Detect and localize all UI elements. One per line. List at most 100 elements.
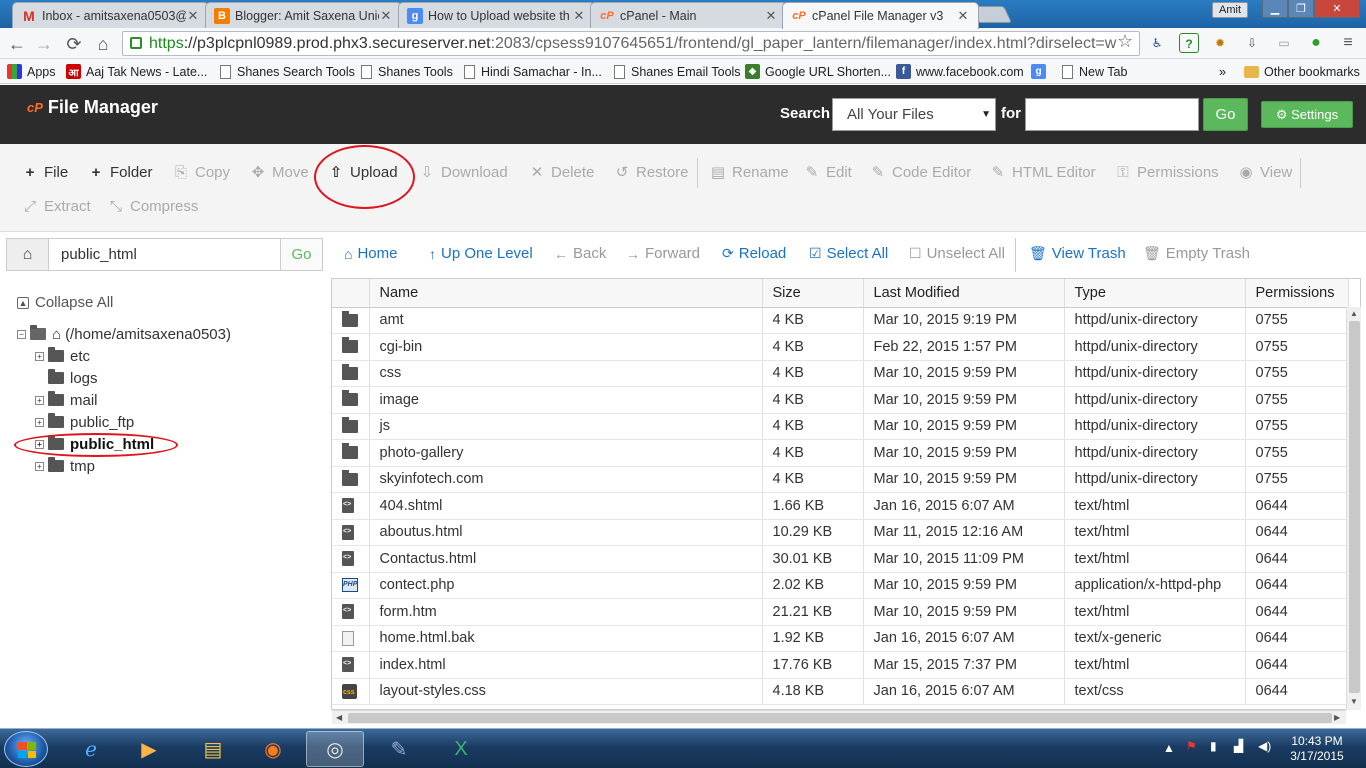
battery-icon[interactable]: ▮ [1210, 739, 1217, 753]
excel-icon[interactable]: X [432, 731, 490, 767]
help-extension-icon[interactable]: ? [1179, 33, 1199, 53]
paint-icon[interactable]: ✎ [370, 731, 428, 767]
reload-icon[interactable]: ⟳ [63, 33, 85, 55]
download-button[interactable]: ⇩ Download [419, 161, 508, 183]
table-row[interactable]: photo-gallery 4 KB Mar 10, 2015 9:59 PM htt… [332, 439, 1349, 467]
nav-reload[interactable]: ⟳ Reload [722, 245, 786, 262]
tree-item-public-ftp[interactable]: + public_ftp [35, 412, 134, 432]
nav-up-one-level[interactable]: ↑ Up One Level [429, 245, 533, 262]
search-go-button[interactable]: Go [1203, 98, 1248, 131]
column-header-type[interactable]: Type [1064, 279, 1246, 308]
bookmark-google[interactable]: g [1031, 63, 1051, 80]
minimize-button[interactable]: ▁ [1262, 0, 1288, 18]
scroll-down-icon[interactable]: ▼ [1350, 697, 1358, 706]
chrome-icon[interactable]: ◎ [306, 731, 364, 767]
html-editor-button[interactable]: ✎ HTML Editor [990, 161, 1096, 183]
compress-button[interactable]: ⤡ Compress [108, 195, 198, 217]
column-header-name[interactable]: Name [369, 279, 763, 308]
bookmark-shanes-search[interactable]: Shanes Search Tools [220, 63, 355, 80]
expand-toggle-icon[interactable]: + [35, 351, 44, 361]
nav-forward[interactable]: → Forward [626, 245, 700, 262]
close-icon[interactable]: ✕ [379, 8, 393, 24]
tree-item-mail[interactable]: + mail [35, 390, 98, 410]
tree-item-tmp[interactable]: + tmp [35, 456, 95, 476]
nav-select-all[interactable]: ☑ Select All [809, 245, 888, 262]
table-row[interactable]: PHP contect.php 2.02 KB Mar 10, 2015 9:59 P… [332, 572, 1349, 599]
column-header-icon[interactable] [332, 279, 370, 308]
tab-file-manager[interactable]: cP cPanel File Manager v3 ✕ [782, 2, 979, 29]
tree-item-etc[interactable]: + etc [35, 346, 90, 366]
table-row[interactable]: skyinfotech.com 4 KB Mar 10, 2015 9:59 PM h… [332, 466, 1349, 493]
nav-home[interactable]: ⌂ Home [344, 245, 397, 262]
close-window-button[interactable]: ✕ [1314, 0, 1360, 18]
address-bar[interactable]: https://p3plcpnl0989.prod.phx3.secureser… [122, 31, 1140, 56]
tab-google-search[interactable]: g How to Upload website th ✕ [398, 2, 595, 28]
expand-toggle-icon[interactable]: + [35, 439, 44, 449]
close-icon[interactable]: ✕ [764, 8, 778, 24]
expand-toggle-icon[interactable]: + [35, 395, 44, 405]
hangouts-icon[interactable]: ● [1306, 33, 1326, 53]
new-folder-button[interactable]: + Folder [88, 161, 153, 183]
media-player-icon[interactable]: ▶ [120, 731, 178, 767]
column-header-size[interactable]: Size [762, 279, 864, 308]
vertical-scrollbar[interactable]: ▲ ▼ [1346, 307, 1361, 710]
table-row[interactable]: image 4 KB Mar 10, 2015 9:59 PM httpd/unix-… [332, 386, 1349, 414]
edit-button[interactable]: ✎ Edit [804, 161, 852, 183]
tree-item-public-html[interactable]: + public_html [35, 434, 154, 454]
menu-icon[interactable]: ≡ [1338, 33, 1358, 53]
table-row[interactable]: layout-styles.css4.18 KBJan 16, 2015 6:0… [332, 678, 1349, 705]
scroll-left-icon[interactable]: ◀ [336, 713, 342, 722]
profile-badge[interactable]: Amit [1212, 2, 1248, 18]
view-button[interactable]: ◉ View [1238, 161, 1292, 183]
rename-button[interactable]: ▤ Rename [710, 161, 789, 183]
copy-button[interactable]: ⎘ Copy [173, 161, 230, 183]
scroll-thumb[interactable] [1349, 321, 1360, 693]
nav-view-trash[interactable]: 🗑 View Trash [1029, 245, 1126, 262]
internet-explorer-icon[interactable]: ℯ [62, 731, 120, 767]
bookmark-google-url[interactable]: ◆ Google URL Shorten... [745, 63, 891, 80]
volume-icon[interactable]: ◀) [1258, 739, 1271, 753]
tree-item-logs[interactable]: logs [35, 368, 98, 388]
table-row[interactable]: home.html.bak 1.92 KB Jan 16, 2015 6:07 AM… [332, 625, 1349, 652]
table-row[interactable]: aboutus.html10.29 KBMar 11, 2015 12:16 A… [332, 519, 1349, 546]
close-icon[interactable]: ✕ [956, 8, 970, 24]
path-go-button[interactable]: Go [280, 239, 322, 270]
start-button[interactable] [4, 731, 48, 767]
back-arrow-icon[interactable]: ← [6, 33, 28, 55]
file-explorer-icon[interactable]: ▤ [184, 731, 242, 767]
code-editor-button[interactable]: ✎ Code Editor [870, 161, 972, 183]
firefox-icon[interactable]: ◉ [244, 731, 302, 767]
home-icon[interactable]: ⌂ [92, 33, 114, 55]
bookmarks-overflow-button[interactable]: » [1219, 63, 1226, 80]
horizontal-scrollbar[interactable]: ◀ ▶ [332, 710, 1346, 724]
table-row[interactable]: Contactus.html30.01 KBMar 10, 2015 11:09… [332, 545, 1349, 573]
column-header-modified[interactable]: Last Modified [863, 279, 1065, 308]
close-icon[interactable]: ✕ [186, 8, 200, 24]
bookmark-star-icon[interactable]: ☆ [1117, 31, 1133, 52]
table-row[interactable]: form.htm21.21 KBMar 10, 2015 9:59 PMtext… [332, 598, 1349, 626]
search-input[interactable] [1025, 98, 1199, 131]
nav-unselect-all[interactable]: ☐ Unselect All [909, 245, 1005, 262]
system-clock[interactable]: 10:43 PM 3/17/2015 [1279, 734, 1355, 764]
tree-root[interactable]: − ⌂ (/home/amitsaxena0503) [17, 324, 231, 344]
maximize-button[interactable]: ❐ [1288, 0, 1314, 18]
scroll-thumb[interactable] [348, 713, 1332, 723]
delete-button[interactable]: ✕ Delete [529, 161, 595, 183]
scroll-right-icon[interactable]: ▶ [1334, 713, 1340, 722]
action-center-icon[interactable]: ⚑ [1186, 739, 1197, 753]
table-row[interactable]: index.html17.76 KBMar 15, 2015 7:37 PMte… [332, 651, 1349, 679]
app-logo[interactable]: cP File Manager [27, 97, 158, 118]
bookmark-hindi-samachar[interactable]: Hindi Samachar - In... [464, 63, 602, 80]
path-input[interactable]: public_html [61, 246, 137, 263]
table-row[interactable]: css 4 KB Mar 10, 2015 9:59 PM httpd/unix-di… [332, 360, 1349, 387]
bookmark-aajtak[interactable]: आ Aaj Tak News - Late... [66, 63, 207, 80]
close-icon[interactable]: ✕ [572, 8, 586, 24]
bookmark-new-tab[interactable]: New Tab [1062, 63, 1127, 80]
tab-gmail[interactable]: M Inbox - amitsaxena0503@ ✕ [12, 2, 209, 28]
table-row[interactable]: js 4 KB Mar 10, 2015 9:59 PM httpd/unix-dir… [332, 413, 1349, 440]
restore-button[interactable]: ↺ Restore [614, 161, 689, 183]
accessibility-extension-icon[interactable]: ♿ [1147, 33, 1167, 53]
scroll-up-icon[interactable]: ▲ [1350, 309, 1358, 318]
move-button[interactable]: ✥ Move [250, 161, 309, 183]
home-icon[interactable]: ⌂ [7, 239, 49, 270]
